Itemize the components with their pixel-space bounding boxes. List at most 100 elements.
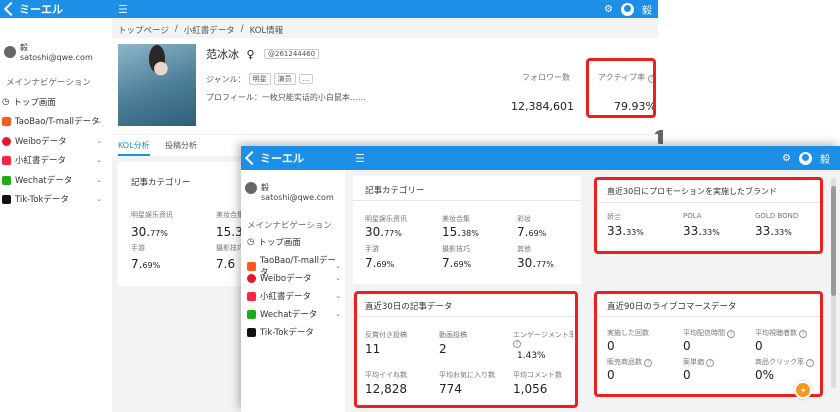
weibo-icon — [247, 273, 256, 283]
scrollbar[interactable] — [831, 178, 836, 388]
genre-row: ジャンル： 明星 演员 ... — [206, 73, 314, 85]
kol-name: 范冰冰 ♀ — [206, 48, 255, 61]
wechat-icon — [2, 175, 11, 185]
category-label: 明星娱乐资讯 — [365, 215, 407, 223]
kol-photo — [118, 44, 196, 126]
breadcrumb-item[interactable]: 小紅書データ — [184, 24, 235, 36]
front-topbar: ミーエル ☰ ⚙ 毅 — [241, 146, 840, 170]
sidebar-item-xiaohongshu[interactable]: 小紅書データ ⌄ — [2, 154, 102, 166]
category-label: 手游 — [131, 244, 145, 252]
highlight-live-commerce — [594, 291, 823, 397]
category-label: 彩妆 — [517, 215, 531, 223]
category-label: 手游 — [365, 245, 379, 253]
sidebar-item-wechat[interactable]: Wechatデータ ⌄ — [2, 174, 102, 186]
breadcrumb: トップページ / 小紅書データ / KOL情報 — [118, 24, 283, 36]
category-card: 記事カテゴリー 明星娱乐资讯 30.77% 美妆合集 15.38% 彩妆 7.6… — [353, 176, 581, 284]
chevron-down-icon: ⌄ — [96, 156, 102, 164]
logo-icon — [3, 1, 19, 17]
front-sidebar: 毅 satoshi@qwe.com メインナビゲーション ◷ トップ画面 TaoB… — [241, 170, 345, 412]
logo-icon — [244, 150, 260, 166]
sidebar-item-weibo[interactable]: Weiboデータ ⌄ — [2, 135, 102, 147]
xiaohongshu-icon — [2, 155, 11, 165]
user-name: 毅 — [261, 183, 269, 192]
front-window: ミーエル ☰ ⚙ 毅 毅 satoshi@qwe.com メインナビゲーション … — [241, 146, 840, 412]
category-value: 7.69% — [517, 225, 547, 239]
genre-tag: 演员 — [273, 73, 296, 85]
category-label: 美妆合集 — [216, 211, 244, 219]
profile-row: プロフィール：一枚只能实话的小白鼠本…… — [206, 93, 366, 102]
genre-more-tag[interactable]: ... — [298, 74, 314, 84]
followers-value: 12,384,601 — [511, 100, 574, 113]
scrollbar-thumb[interactable] — [831, 186, 836, 296]
sidebar-item-taobao[interactable]: TaoBao/T-mallデータ ⌄ — [2, 115, 102, 127]
user-name: 毅 — [20, 43, 28, 52]
chevron-down-icon: ⌄ — [335, 262, 341, 270]
sidebar-item-top[interactable]: ◷ トップ画面 — [247, 236, 341, 248]
user-panel: 毅 satoshi@qwe.com — [4, 42, 93, 62]
menu-toggle-icon[interactable]: ☰ — [118, 3, 128, 16]
sidebar-item-tiktok[interactable]: Tik-Tokデータ ⌄ — [2, 193, 102, 205]
sidebar-item-tiktok[interactable]: Tik-Tokデータ — [247, 326, 341, 338]
tiktok-icon — [2, 194, 11, 204]
chat-icon: ✦ — [800, 386, 807, 395]
user-avatar-icon[interactable] — [621, 2, 634, 16]
chevron-down-icon: ⌄ — [96, 117, 102, 125]
category-label: 美妆合集 — [442, 215, 470, 223]
sidebar-item-wechat[interactable]: Wechatデータ ⌄ — [247, 308, 341, 320]
back-sidebar: 毅 satoshi@qwe.com メインナビゲーション ◷ トップ画面 TaoB… — [0, 18, 112, 412]
tab-post-analysis[interactable]: 投稿分析 — [165, 140, 197, 151]
chevron-down-icon: ⌄ — [96, 176, 102, 184]
followers-label: フォロワー数 — [522, 73, 570, 82]
highlight-articles — [354, 291, 578, 408]
menu-toggle-icon[interactable]: ☰ — [355, 152, 365, 165]
user-icon — [4, 46, 16, 58]
app-logo[interactable]: ミーエル — [3, 1, 63, 17]
genre-tag: 明星 — [248, 73, 271, 85]
highlight-active-rate — [586, 58, 656, 118]
user-email: satoshi@qwe.com — [261, 193, 334, 202]
chevron-down-icon: ⌄ — [335, 310, 341, 318]
category-label: 摄影技巧 — [216, 244, 244, 252]
help-bubble-button[interactable]: ✦ — [794, 381, 812, 399]
category-value: 30.77% — [131, 225, 168, 239]
sidebar-item-top[interactable]: ◷ トップ画面 — [2, 96, 102, 108]
chevron-down-icon: ⌄ — [335, 274, 341, 282]
breadcrumb-item: KOL情報 — [249, 26, 284, 36]
wechat-icon — [247, 309, 256, 319]
user-name[interactable]: 毅 — [642, 2, 652, 17]
chevron-down-icon: ⌄ — [96, 137, 102, 145]
back-sidebar-header: ミーエル — [0, 0, 112, 18]
category-value: 30.77% — [517, 256, 554, 270]
category-label: 明星娱乐资讯 — [131, 211, 173, 219]
tab-kol-analysis[interactable]: KOL分析 — [118, 140, 150, 156]
category-value: 7.6 — [216, 257, 236, 271]
category-value: 30.77% — [365, 225, 402, 239]
user-name[interactable]: 毅 — [820, 151, 830, 166]
user-avatar-icon[interactable] — [799, 151, 812, 165]
back-topbar: ☰ ⚙ 毅 — [112, 0, 658, 18]
nav-heading: メインナビゲーション — [6, 78, 91, 88]
user-panel: 毅 satoshi@qwe.com — [245, 182, 334, 202]
category-value: 15.38% — [442, 225, 479, 239]
chevron-down-icon: ⌄ — [335, 292, 341, 300]
chevron-down-icon: ⌄ — [96, 195, 102, 203]
category-divider — [353, 200, 581, 201]
clock-icon: ◷ — [2, 97, 10, 107]
gear-icon[interactable]: ⚙ — [604, 4, 613, 15]
sidebar-item-xiaohongshu[interactable]: 小紅書データ ⌄ — [247, 290, 341, 302]
user-email: satoshi@qwe.com — [20, 53, 93, 62]
weibo-icon — [2, 136, 11, 146]
gear-icon[interactable]: ⚙ — [782, 153, 791, 164]
kol-id: @261244460 — [264, 49, 320, 59]
category-label: 摄影技巧 — [442, 245, 470, 253]
breadcrumb-separator: / — [174, 24, 178, 34]
user-icon — [245, 182, 257, 194]
nav-heading: メインナビゲーション — [247, 221, 332, 231]
app-logo[interactable]: ミーエル — [244, 150, 304, 166]
clock-icon: ◷ — [247, 237, 255, 247]
category-value: 7.69% — [365, 256, 395, 270]
sidebar-item-weibo[interactable]: Weiboデータ ⌄ — [247, 272, 341, 284]
category-value: 7.69% — [131, 257, 161, 271]
xiaohongshu-icon — [247, 291, 256, 301]
breadcrumb-item[interactable]: トップページ — [118, 24, 169, 36]
